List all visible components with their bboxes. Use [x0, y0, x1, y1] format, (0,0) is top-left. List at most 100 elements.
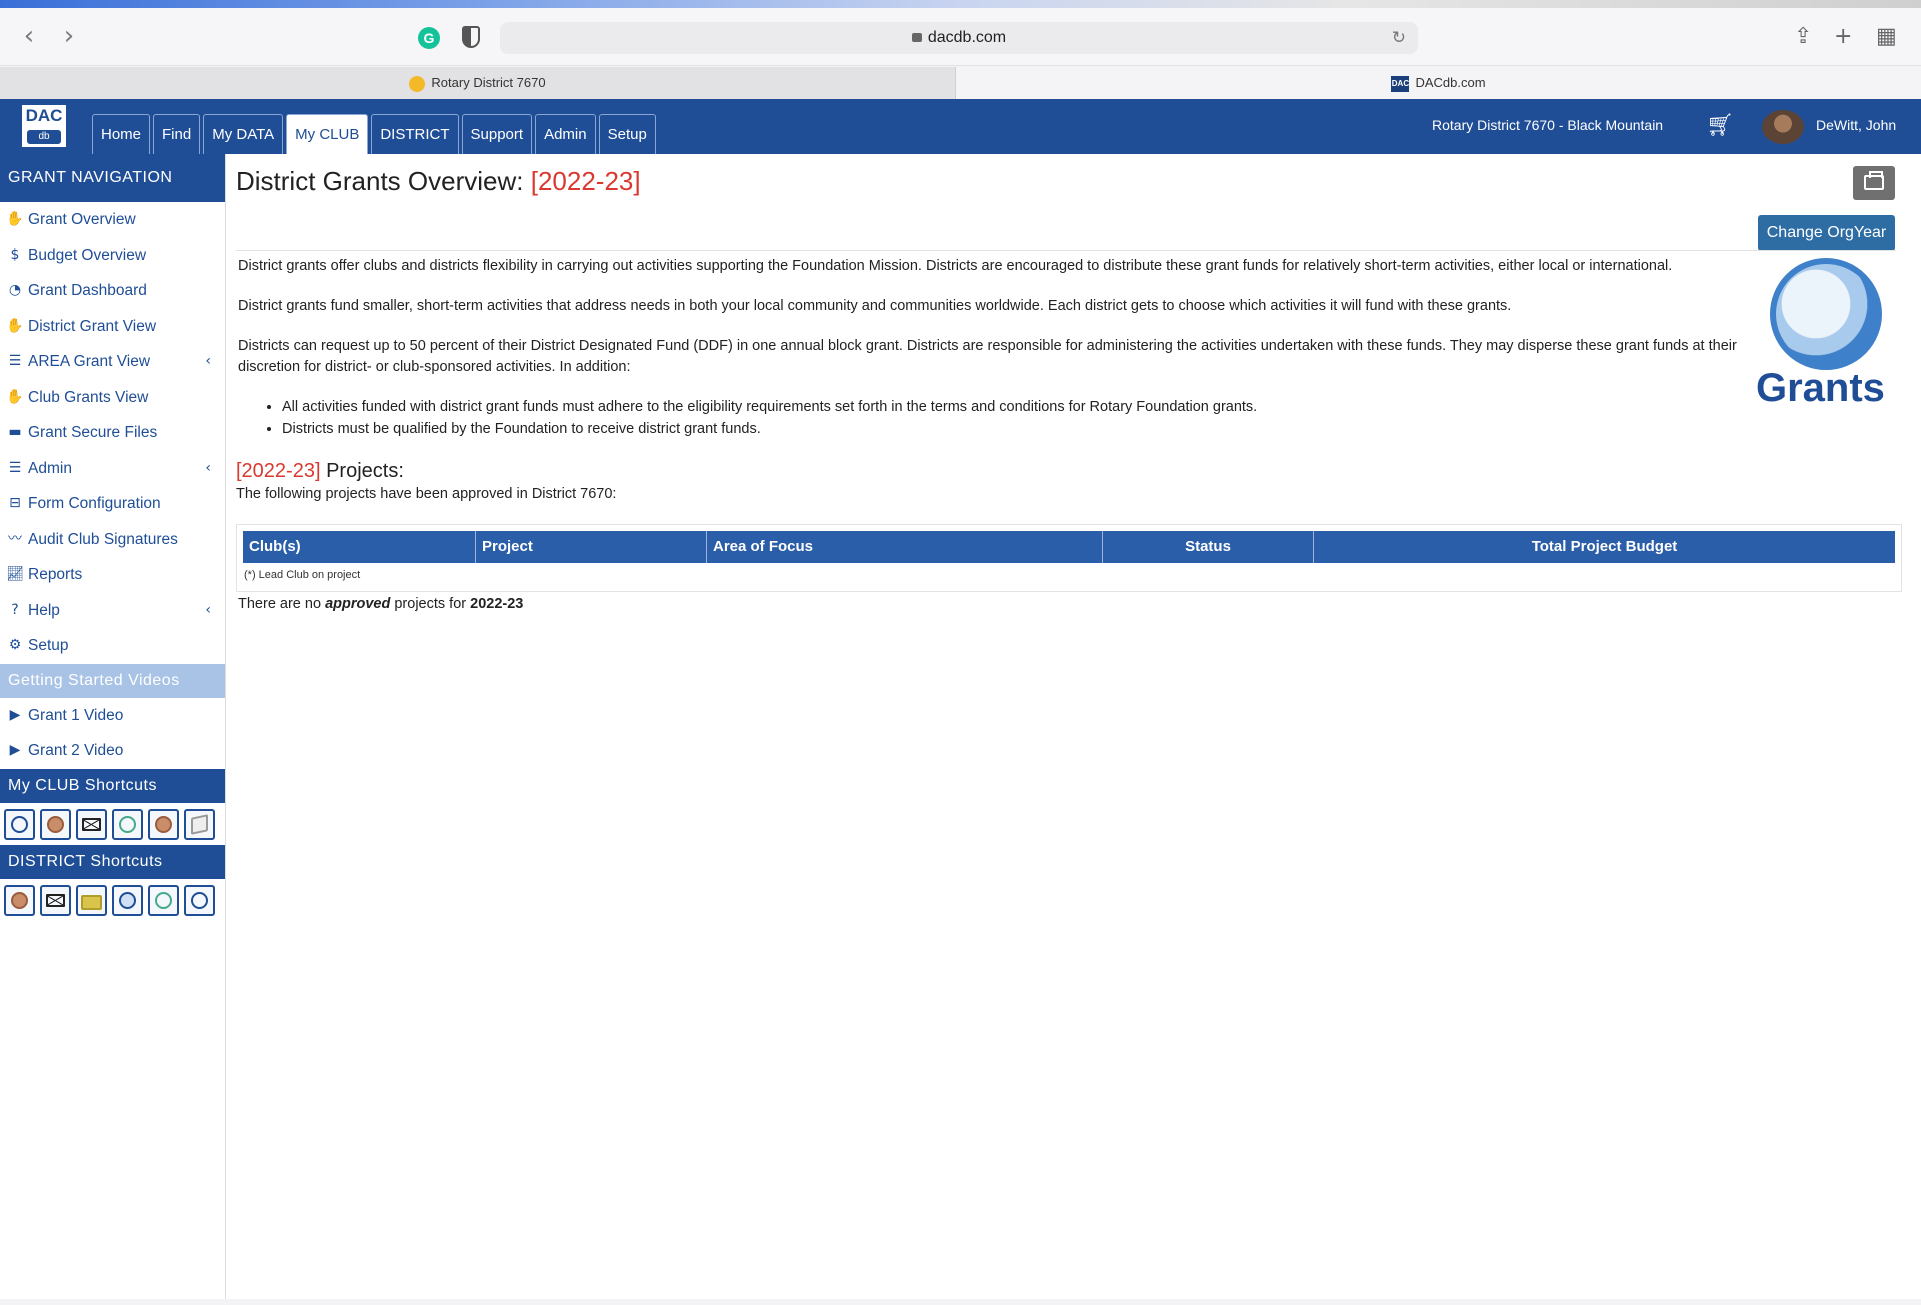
- sidebar-item-label: Grant 2 Video: [28, 742, 124, 759]
- chevron-left-icon: ‹: [205, 459, 211, 476]
- sidebar-item-audit-club-signatures[interactable]: 〰 Audit Club Signatures: [0, 522, 225, 558]
- sidebar-item-grant-1-video[interactable]: ▶ Grant 1 Video: [0, 698, 225, 734]
- signature-icon: 〰: [8, 530, 22, 547]
- column-header-status[interactable]: Status: [1103, 531, 1314, 563]
- column-header-total-budget[interactable]: Total Project Budget: [1314, 531, 1895, 563]
- globe-icon: [119, 891, 136, 909]
- search-shortcut-icon[interactable]: [4, 808, 35, 840]
- tab-overview-icon[interactable]: ▦: [1876, 24, 1897, 49]
- sidebar-item-label: Help: [28, 601, 60, 619]
- top-nav: Home Find My DATA My CLUB DISTRICT Suppo…: [92, 114, 656, 154]
- sidebar-item-grant-2-video[interactable]: ▶ Grant 2 Video: [0, 733, 225, 769]
- sidebar-item-setup[interactable]: ⚙ Setup: [0, 628, 225, 664]
- forward-icon[interactable]: ›: [54, 22, 84, 52]
- globe-icon: [1770, 258, 1882, 370]
- chevron-left-icon: ‹: [205, 601, 211, 618]
- sidebar-item-help[interactable]: ? Help ‹: [0, 593, 225, 629]
- sidebar-item-club-grants-view[interactable]: ✋ Club Grants View: [0, 380, 225, 416]
- refresh-shortcut-icon[interactable]: [148, 884, 179, 916]
- no-proj-emphasis: approved: [325, 596, 391, 612]
- members-shortcut-icon[interactable]: [40, 808, 71, 840]
- sidebar-item-label: Grant Secure Files: [28, 424, 158, 441]
- sidebar-item-budget-overview[interactable]: $ Budget Overview: [0, 238, 225, 274]
- envelope-icon: [82, 817, 101, 831]
- requirements-list: All activities funded with district gran…: [282, 396, 1257, 440]
- nav-my-club[interactable]: My CLUB: [286, 114, 369, 154]
- sidebar-item-label: Setup: [28, 637, 69, 654]
- dacdb-logo[interactable]: DAC db: [22, 105, 66, 147]
- sidebar-item-district-grant-view[interactable]: ✋ District Grant View: [0, 309, 225, 345]
- org-chart-shortcut-icon[interactable]: [4, 884, 35, 916]
- grammarly-icon[interactable]: G: [418, 27, 440, 49]
- dashboard-icon: ◔: [8, 282, 22, 298]
- group-shortcut-icon[interactable]: [148, 808, 179, 840]
- folder-icon: ▬: [8, 424, 22, 440]
- sidebar: GRANT NAVIGATION ✋ Grant Overview $ Budget…: [0, 154, 226, 1299]
- no-projects-message: There are no approved projects for 2022-…: [238, 596, 523, 612]
- intro-paragraph-2: District grants fund smaller, short-term…: [238, 298, 1512, 314]
- privacy-shield-icon[interactable]: [462, 26, 480, 48]
- column-header-area-of-focus[interactable]: Area of Focus: [707, 531, 1103, 563]
- user-name[interactable]: DeWitt, John: [1816, 117, 1896, 133]
- email-shortcut-icon[interactable]: [40, 884, 71, 916]
- club-name[interactable]: Rotary District 7670 - Black Mountain: [1432, 117, 1663, 133]
- book-shortcut-icon[interactable]: [184, 808, 215, 840]
- column-header-clubs[interactable]: Club(s): [243, 531, 476, 563]
- sidebar-item-grant-secure-files[interactable]: ▬ Grant Secure Files: [0, 415, 225, 451]
- sidebar-item-label: Club Grants View: [28, 388, 149, 406]
- share-icon[interactable]: ⇪: [1794, 24, 1812, 49]
- column-header-project[interactable]: Project: [476, 531, 707, 563]
- grants-shortcut-icon[interactable]: [112, 884, 143, 916]
- nav-setup[interactable]: Setup: [598, 114, 656, 154]
- email-shortcut-icon[interactable]: [76, 808, 107, 840]
- chart-icon: 📈︎: [6, 566, 24, 582]
- table-header: Club(s) Project Area of Focus Status Tot…: [243, 531, 1895, 563]
- club-shortcuts-header: My CLUB Shortcuts: [0, 768, 225, 803]
- tab-bar: Rotary District 7670 DAC DACdb.com: [0, 67, 1921, 99]
- play-circle-icon: ▶: [9, 706, 21, 723]
- cart-icon[interactable]: 🛒︎: [1706, 113, 1734, 138]
- refresh-shortcut-icon[interactable]: [112, 808, 143, 840]
- search-shortcut-icon[interactable]: [184, 884, 215, 916]
- nav-find[interactable]: Find: [153, 114, 201, 154]
- grants-logo: Grants: [1756, 254, 1906, 414]
- grant-navigation-header: GRANT NAVIGATION: [0, 154, 225, 202]
- nav-support[interactable]: Support: [461, 114, 533, 154]
- address-bar[interactable]: dacdb.com ↻: [500, 22, 1418, 54]
- sidebar-item-admin[interactable]: ☰ Admin ‹: [0, 451, 225, 487]
- nav-my-data[interactable]: My DATA: [203, 114, 284, 154]
- dollar-icon: $: [10, 246, 20, 263]
- new-tab-icon[interactable]: +: [1834, 24, 1852, 49]
- getting-started-videos-header: Getting Started Videos: [0, 663, 225, 698]
- tab-label: DACdb.com: [1415, 75, 1486, 90]
- sidebar-item-label: Grant Overview: [28, 211, 136, 228]
- rotary-favicon-icon: [409, 75, 426, 92]
- sidebar-item-form-configuration[interactable]: ⊟ Form Configuration: [0, 486, 225, 522]
- sidebar-item-label: Audit Club Signatures: [28, 530, 178, 548]
- sidebar-item-reports[interactable]: 📈︎ Reports: [0, 557, 225, 593]
- page-title: District Grants Overview: [2022-23]: [236, 166, 641, 197]
- org-chart-icon: [11, 891, 28, 909]
- folder-shortcut-icon[interactable]: [76, 884, 107, 916]
- app-header: DAC db Home Find My DATA My CLUB DISTRIC…: [0, 99, 1921, 154]
- change-orgyear-button[interactable]: Change OrgYear: [1758, 215, 1895, 251]
- avatar[interactable]: [1762, 110, 1804, 144]
- nav-admin[interactable]: Admin: [535, 114, 596, 154]
- os-top-strip: [0, 0, 1921, 8]
- tab-dacdb[interactable]: DAC DACdb.com: [956, 67, 1921, 99]
- refresh-icon: [155, 891, 172, 909]
- logo-text: DAC: [25, 106, 63, 125]
- print-button[interactable]: [1853, 166, 1895, 200]
- back-icon[interactable]: ‹: [14, 22, 44, 52]
- list-icon: ☰: [8, 459, 22, 476]
- nav-home[interactable]: Home: [92, 114, 151, 154]
- nav-district[interactable]: DISTRICT: [371, 114, 459, 154]
- sidebar-item-grant-dashboard[interactable]: ◔ Grant Dashboard: [0, 273, 225, 309]
- intro-paragraph-3: Districts can request up to 50 percent o…: [238, 338, 1737, 375]
- tab-rotary-district[interactable]: Rotary District 7670: [0, 67, 956, 99]
- no-proj-mid: projects for: [394, 596, 467, 612]
- sidebar-item-grant-overview[interactable]: ✋ Grant Overview: [0, 202, 225, 238]
- reload-icon[interactable]: ↻: [1392, 22, 1406, 54]
- sidebar-item-area-grant-view[interactable]: ☰ AREA Grant View ‹: [0, 344, 225, 380]
- hand-coin-icon: ✋: [6, 388, 24, 405]
